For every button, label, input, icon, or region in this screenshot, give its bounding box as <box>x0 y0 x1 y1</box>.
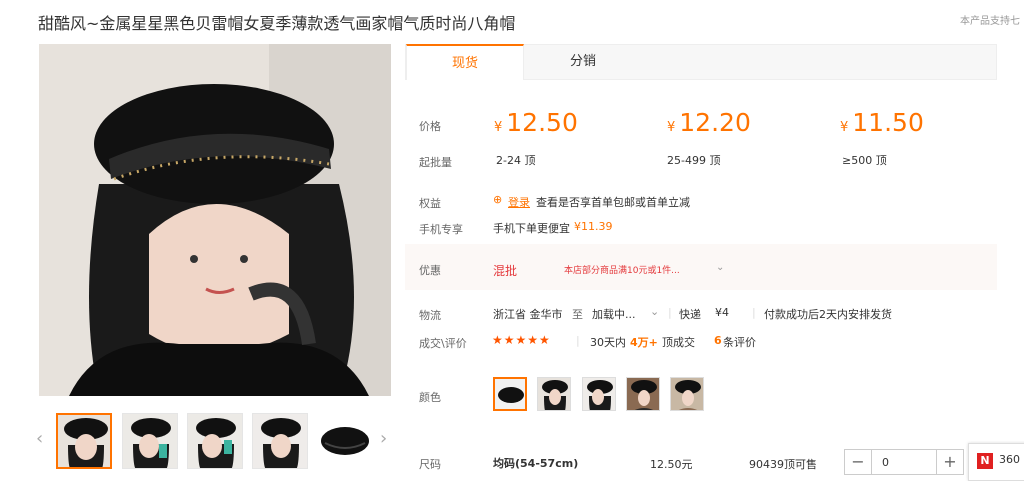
deals-label: 成交\评价 <box>419 337 467 350</box>
thumbnail[interactable] <box>317 413 373 469</box>
product-title: 甜酷风~金属星星黑色贝雷帽女夏季薄款透气画家帽气质时尚八角帽 <box>38 14 516 33</box>
destination-select[interactable]: 加载中... <box>592 306 636 322</box>
deals-unit: 顶成交 <box>662 336 695 349</box>
mobile-label: 手机专享 <box>419 223 463 236</box>
currency-symbol: ¥ <box>667 120 676 135</box>
logistics-label: 物流 <box>419 309 441 322</box>
moq-range-2: 25-499 顶 <box>667 154 721 167</box>
login-link[interactable]: 登录 <box>508 194 530 210</box>
deals-count: 4万+ <box>630 336 658 349</box>
shipping-fee: ¥4 <box>715 306 729 319</box>
prev-arrow-icon[interactable]: ‹ <box>36 428 43 449</box>
minus-button[interactable]: − <box>845 450 871 474</box>
price-label: 价格 <box>419 120 441 133</box>
tab-distribution[interactable]: 分销 <box>524 44 642 80</box>
price-tier-3: ¥11.50 <box>840 108 924 137</box>
color-swatch[interactable] <box>582 377 616 411</box>
floating-ad[interactable]: N 360 <box>968 443 1024 481</box>
reviews-unit: 条评价 <box>723 336 756 349</box>
divider: | <box>668 306 672 319</box>
benefits-label: 权益 <box>419 197 441 210</box>
to-word: 至 <box>572 308 583 321</box>
price-tier-1: ¥12.50 <box>494 108 578 137</box>
currency-symbol: ¥ <box>494 120 503 135</box>
tab-in-stock[interactable]: 现货 <box>406 44 524 80</box>
size-name: 均码(54-57cm) <box>493 457 579 470</box>
benefits-text: 查看是否享首单包邮或首单立减 <box>536 196 690 209</box>
price-value: 12.20 <box>679 108 751 137</box>
dropdown-icon[interactable]: ⌄ <box>716 262 724 273</box>
star-rating: ★★★★★ <box>492 333 551 347</box>
ad-logo-icon: N <box>977 453 993 469</box>
plus-button[interactable]: + <box>937 450 963 474</box>
size-price: 12.50元 <box>650 458 693 471</box>
main-product-image[interactable] <box>39 44 391 396</box>
coupon-icon: ⊕ <box>493 193 503 206</box>
color-label: 颜色 <box>419 391 441 404</box>
next-arrow-icon[interactable]: › <box>380 428 387 449</box>
thumbnail[interactable] <box>187 413 243 469</box>
review-count[interactable]: 6 <box>714 334 722 347</box>
shipping-note: 付款成功后2天内安排发货 <box>764 308 892 321</box>
currency-symbol: ¥ <box>840 120 849 135</box>
price-value: 12.50 <box>506 108 578 137</box>
quantity-input[interactable] <box>871 450 937 474</box>
divider: | <box>752 306 756 319</box>
product-page: 甜酷风~金属星星黑色贝雷帽女夏季薄款透气画家帽气质时尚八角帽 本产品支持七 ‹ <box>0 0 1024 481</box>
thumbnail[interactable] <box>56 413 112 469</box>
price-tier-2: ¥12.20 <box>667 108 751 137</box>
color-swatch[interactable] <box>537 377 571 411</box>
color-swatch[interactable] <box>493 377 527 411</box>
thumbnail-strip: ‹ › <box>36 410 398 472</box>
promo-label: 优惠 <box>419 264 441 277</box>
quantity-stepper: − + <box>844 449 964 475</box>
deals-period: 30天内 <box>590 336 626 349</box>
ship-from: 浙江省 金华市 <box>493 308 563 321</box>
price-value: 11.50 <box>852 108 924 137</box>
ad-text: 360 <box>999 453 1020 466</box>
chevron-down-icon[interactable]: ⌄ <box>650 305 659 318</box>
thumbnail[interactable] <box>252 413 308 469</box>
color-swatch[interactable] <box>626 377 660 411</box>
moq-range-3: ≥500 顶 <box>842 154 887 167</box>
mobile-text: 手机下单更便宜 <box>493 222 570 235</box>
express-label: 快递 <box>679 308 701 321</box>
support-notice: 本产品支持七 <box>960 16 1020 27</box>
color-swatch[interactable] <box>670 377 704 411</box>
thumbnail[interactable] <box>122 413 178 469</box>
divider: | <box>576 334 580 347</box>
mobile-price: ¥11.39 <box>574 220 613 233</box>
mixed-batch-badge: 混批 <box>493 264 518 278</box>
size-stock: 90439顶可售 <box>749 458 817 471</box>
moq-label: 起批量 <box>419 156 452 169</box>
size-label: 尺码 <box>419 458 441 471</box>
promo-description[interactable]: 本店部分商品满10元或1件... <box>564 263 680 276</box>
moq-range-1: 2-24 顶 <box>496 154 536 167</box>
tab-bar: 现货 分销 <box>405 44 997 80</box>
